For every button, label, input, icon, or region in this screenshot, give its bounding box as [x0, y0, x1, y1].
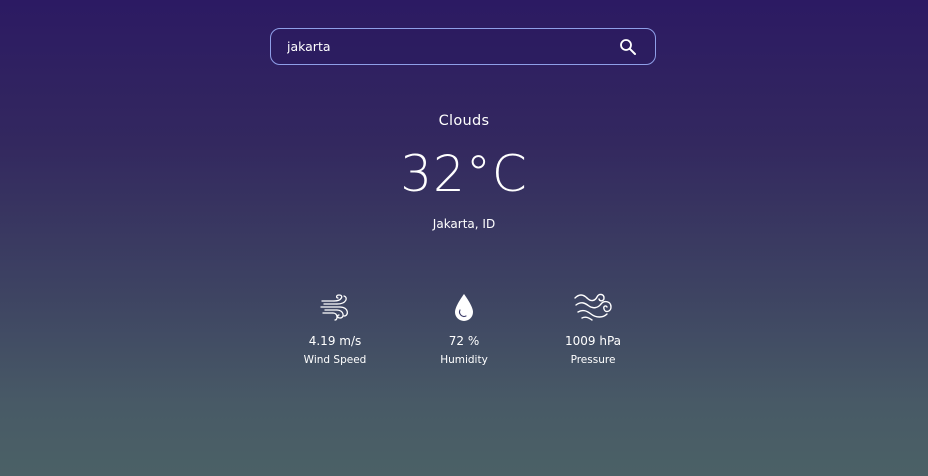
wind-speed-stat: 4.19 m/s Wind Speed [275, 290, 395, 366]
humidity-label: Humidity [440, 354, 488, 366]
search-input[interactable] [287, 29, 607, 64]
pressure-value: 1009 hPa [564, 334, 621, 348]
wind-icon [320, 294, 348, 321]
search-icon [620, 39, 636, 55]
wind-speed-value: 4.19 m/s [308, 334, 362, 348]
humidity-value: 72 % [448, 334, 480, 348]
wind-speed-label: Wind Speed [303, 354, 367, 366]
weather-condition: Clouds [438, 113, 490, 129]
humidity-icon [455, 294, 473, 321]
temperature: 32°C [400, 145, 528, 203]
pressure-stat: 1009 hPa Pressure [533, 290, 653, 366]
pressure-label: Pressure [570, 354, 616, 366]
search-bar [270, 28, 656, 65]
pressure-icon [574, 293, 612, 321]
search-button[interactable] [619, 38, 637, 56]
location: Jakarta, ID [432, 217, 496, 231]
humidity-stat: 72 % Humidity [404, 290, 524, 366]
